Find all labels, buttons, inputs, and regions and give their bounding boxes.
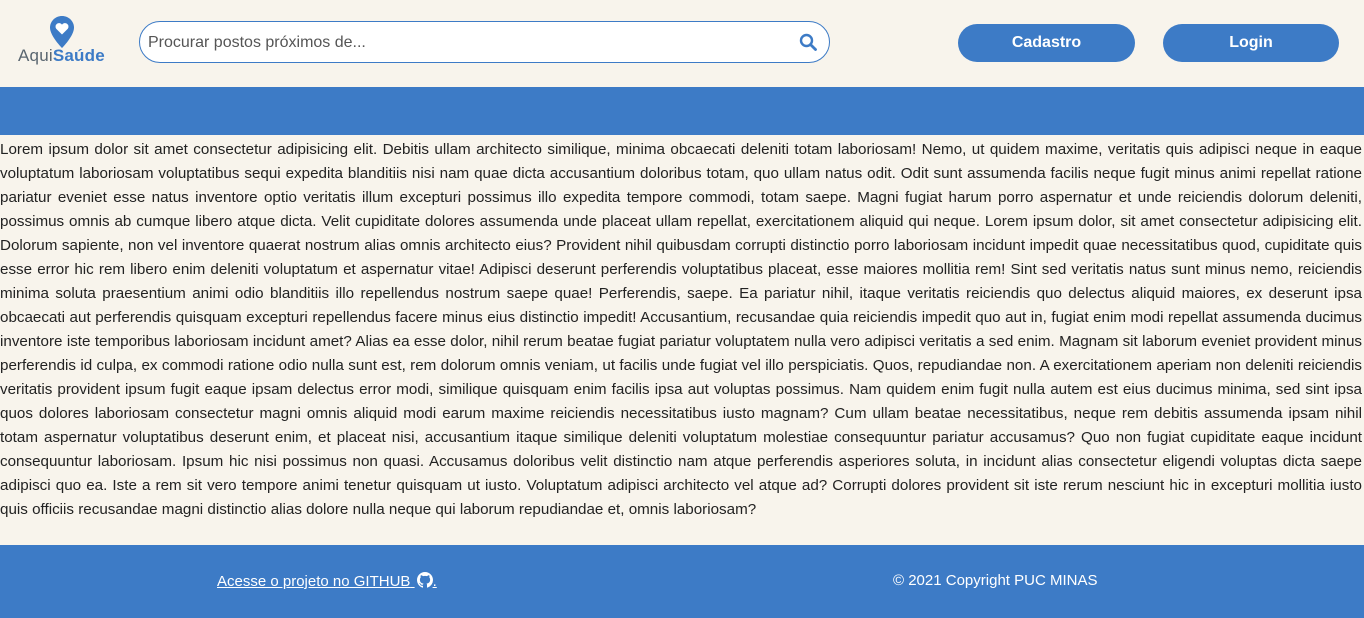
cadastro-button[interactable]: Cadastro <box>958 24 1135 62</box>
banner-band <box>0 87 1364 135</box>
github-link[interactable]: Acesse o projeto no GITHUB . <box>217 572 437 590</box>
logo[interactable]: AquiSaúde <box>16 16 108 70</box>
main-content: Lorem ipsum dolor sit amet consectetur a… <box>0 138 1364 544</box>
header: AquiSaúde Cadastro Login <box>0 0 1364 87</box>
logo-text-bold: Saúde <box>52 46 105 65</box>
search-input[interactable] <box>148 31 788 55</box>
location-pin-icon <box>50 16 74 48</box>
search-icon[interactable] <box>799 33 817 51</box>
logo-wordmark: AquiSaúde <box>18 46 105 66</box>
body-text: Lorem ipsum dolor sit amet consectetur a… <box>0 141 1362 518</box>
github-link-label: Acesse o projeto no GITHUB <box>217 573 411 590</box>
search-bar <box>139 21 830 63</box>
logo-text-light: Aqui <box>18 46 53 65</box>
github-link-suffix: . <box>432 573 437 590</box>
footer: Acesse o projeto no GITHUB . © 2021 Copy… <box>0 545 1364 618</box>
login-button[interactable]: Login <box>1163 24 1339 62</box>
copyright-text: © 2021 Copyright PUC MINAS <box>893 572 1098 589</box>
github-icon <box>416 572 433 588</box>
